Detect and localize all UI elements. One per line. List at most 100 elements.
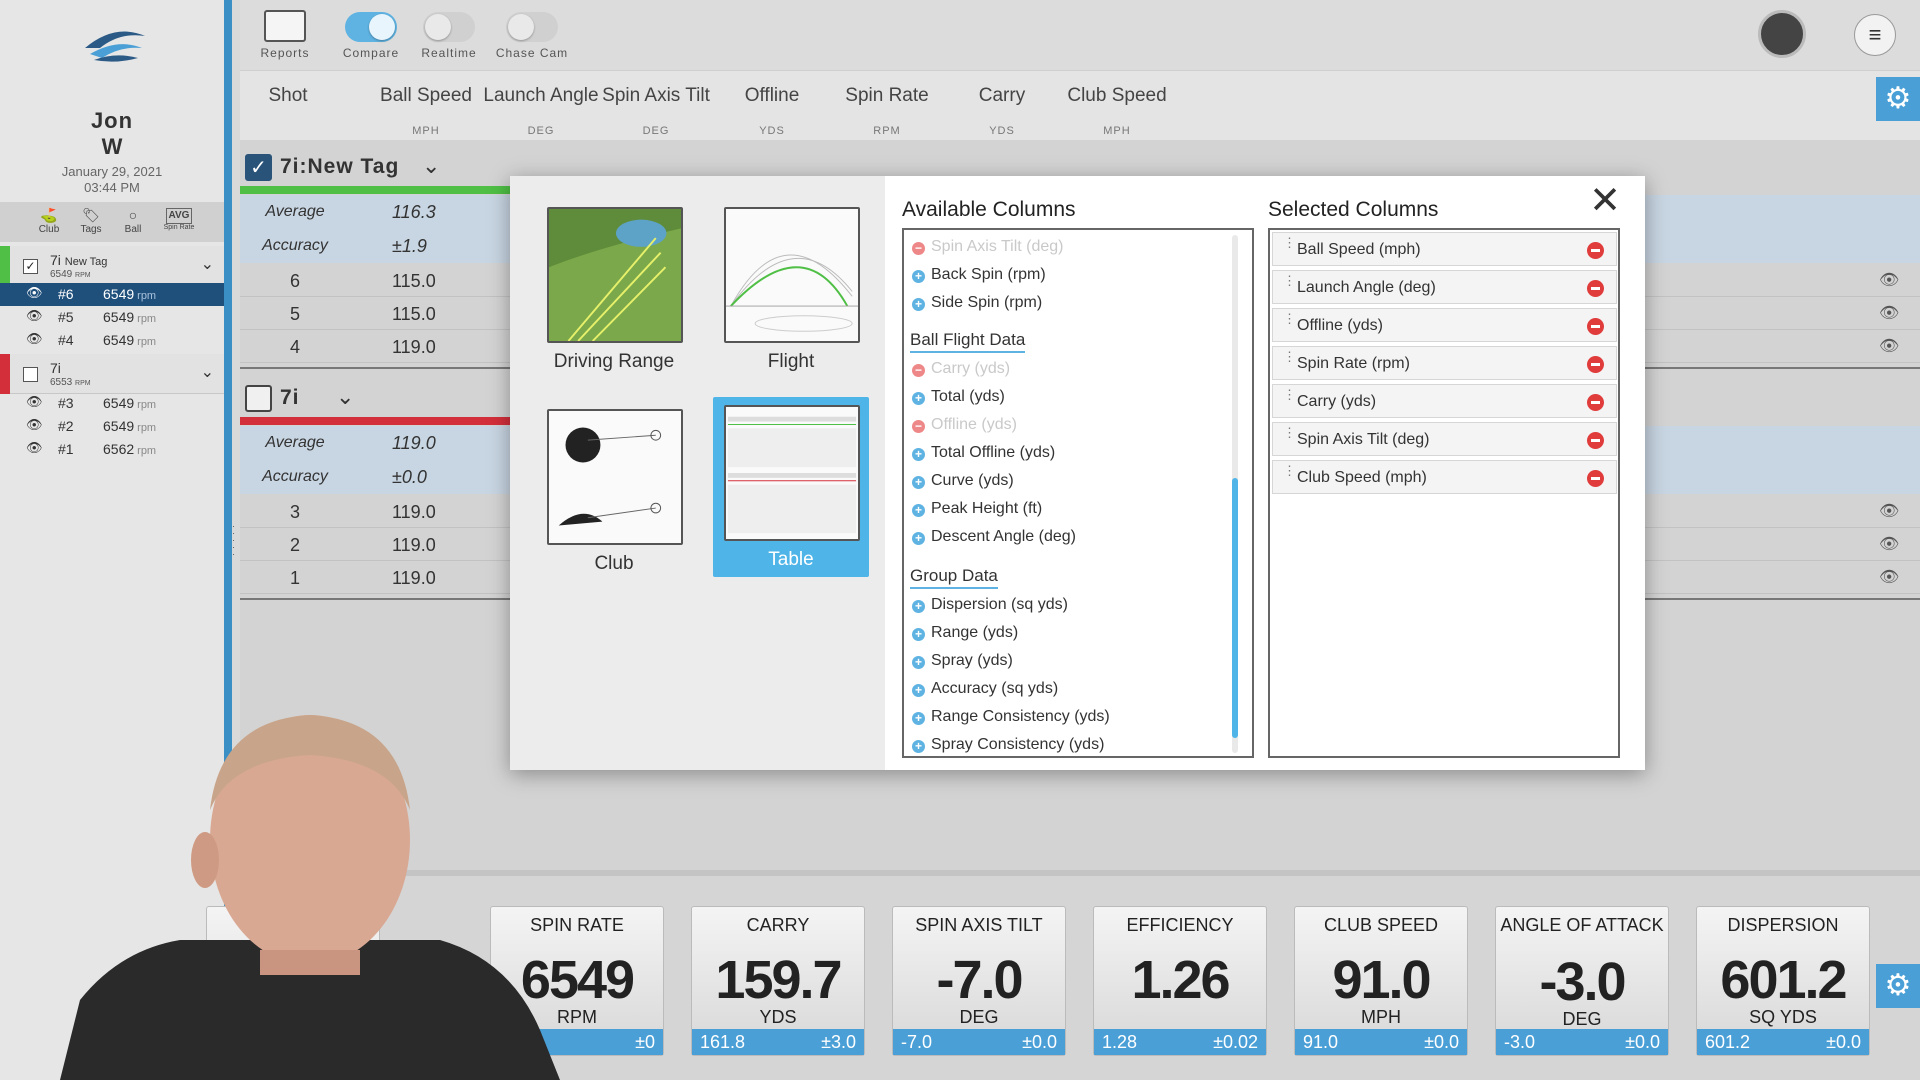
- available-column-item[interactable]: − Offline (yds): [912, 416, 1017, 440]
- view-option-club[interactable]: Club: [536, 401, 692, 581]
- available-column-item[interactable]: + Spray Consistency (yds): [912, 736, 1104, 756]
- eye-icon[interactable]: 👁: [26, 331, 43, 347]
- metric-tile-club-speed[interactable]: CLUB SPEED 91.0 MPH 91.0 ±0.0: [1294, 906, 1468, 1056]
- remove-column-icon[interactable]: [1587, 394, 1604, 411]
- chevron-down-icon[interactable]: ⌄: [201, 254, 214, 274]
- shot-row[interactable]: 👁 #6 6549 rpm: [0, 283, 224, 306]
- group-checkbox[interactable]: ✓: [23, 259, 38, 274]
- eye-icon[interactable]: 👁: [26, 394, 43, 410]
- chevron-down-icon[interactable]: ⌄: [336, 384, 354, 410]
- chase-cam-toggle[interactable]: Chase Cam: [494, 10, 570, 60]
- device-icon[interactable]: [1758, 10, 1806, 58]
- drag-handle-icon[interactable]: ⋮: [1283, 464, 1296, 477]
- view-option-table[interactable]: Table: [713, 397, 869, 577]
- drag-handle-icon[interactable]: ⋮: [1283, 350, 1296, 363]
- drag-handle-icon[interactable]: ⋮: [1283, 388, 1296, 401]
- eye-icon[interactable]: 👁: [1879, 336, 1899, 356]
- scrollbar-thumb[interactable]: [1232, 478, 1238, 738]
- available-column-item[interactable]: + Back Spin (rpm): [912, 266, 1046, 290]
- drag-handle-icon[interactable]: ⋮: [1283, 312, 1296, 325]
- available-column-item[interactable]: + Spray (yds): [912, 652, 1013, 676]
- filter-ball-button[interactable]: ○ Ball: [118, 202, 148, 242]
- remove-column-icon[interactable]: [1587, 280, 1604, 297]
- compare-toggle[interactable]: Compare: [340, 10, 402, 60]
- tile-unit: DEG: [1562, 1009, 1602, 1029]
- add-icon: +: [912, 270, 925, 283]
- column-settings-gear-icon[interactable]: ⚙: [1876, 77, 1920, 121]
- selected-column-item[interactable]: ⋮ Ball Speed (mph): [1272, 232, 1617, 266]
- available-column-item[interactable]: + Total (yds): [912, 388, 1005, 412]
- eye-icon[interactable]: 👁: [1879, 534, 1899, 554]
- filter-tags-button[interactable]: 🏷 Tags: [76, 202, 106, 242]
- remove-column-icon[interactable]: [1587, 470, 1604, 487]
- accuracy-value: ±0.0: [392, 467, 427, 487]
- available-column-item[interactable]: − Carry (yds): [912, 360, 1010, 384]
- drag-handle-icon[interactable]: ⋮: [1283, 236, 1296, 249]
- group-header-7i[interactable]: 7i 6553 RPM ⌄: [0, 354, 224, 394]
- selected-column-item[interactable]: ⋮ Offline (yds): [1272, 308, 1617, 342]
- metric-tile-angle-of-attack[interactable]: ANGLE OF ATTACK -3.0 DEG -3.0 ±0.0: [1495, 906, 1669, 1056]
- available-column-item[interactable]: + Peak Height (ft): [912, 500, 1042, 524]
- filter-club-button[interactable]: ⛳ Club: [34, 202, 64, 242]
- chevron-down-icon[interactable]: ⌄: [201, 362, 214, 382]
- available-column-item[interactable]: + Total Offline (yds): [912, 444, 1055, 468]
- view-option-driving-range[interactable]: Driving Range: [536, 199, 692, 379]
- eye-icon[interactable]: 👁: [1879, 567, 1899, 587]
- available-column-item[interactable]: + Range (yds): [912, 624, 1018, 648]
- available-column-item[interactable]: + Accuracy (sq yds): [912, 680, 1058, 704]
- available-column-item[interactable]: + Range Consistency (yds): [912, 708, 1110, 732]
- metric-tile-efficiency[interactable]: EFFICIENCY 1.26 1.28 ±0.02: [1093, 906, 1267, 1056]
- section-checkbox[interactable]: ✓: [245, 154, 272, 181]
- shot-row[interactable]: 👁 #1 6562 rpm: [0, 438, 224, 461]
- group-header-7i-new-tag[interactable]: ✓ 7i New Tag 6549 RPM ⌄: [0, 246, 224, 286]
- remove-column-icon[interactable]: [1587, 356, 1604, 373]
- view-option-flight[interactable]: Flight: [713, 199, 869, 379]
- section-checkbox[interactable]: [245, 385, 272, 412]
- sidebar-resize-handle[interactable]: · · · · ·: [232, 522, 236, 559]
- column-header-shot[interactable]: Shot: [258, 85, 318, 107]
- column-header-club-speed[interactable]: Club Speed: [1046, 85, 1188, 107]
- eye-icon[interactable]: 👁: [1879, 501, 1899, 521]
- chase-cam-switch[interactable]: [506, 12, 558, 42]
- group-checkbox[interactable]: [23, 367, 38, 382]
- chevron-down-icon[interactable]: ⌄: [422, 153, 440, 179]
- available-column-item[interactable]: + Curve (yds): [912, 472, 1014, 496]
- reports-button[interactable]: Reports: [260, 10, 310, 60]
- eye-icon[interactable]: 👁: [26, 285, 43, 301]
- eye-icon[interactable]: 👁: [26, 417, 43, 433]
- selected-column-item[interactable]: ⋮ Club Speed (mph): [1272, 460, 1617, 494]
- shot-row[interactable]: 👁 #4 6549 rpm: [0, 329, 224, 352]
- metric-tile-spin-axis-tilt[interactable]: SPIN AXIS TILT -7.0 DEG -7.0 ±0.0: [892, 906, 1066, 1056]
- drag-handle-icon[interactable]: ⋮: [1283, 426, 1296, 439]
- selected-column-item[interactable]: ⋮ Spin Axis Tilt (deg): [1272, 422, 1617, 456]
- available-column-item[interactable]: − Spin Axis Tilt (deg): [912, 238, 1064, 262]
- session-time: 03:44 PM: [84, 180, 140, 195]
- close-icon[interactable]: ✕: [1586, 182, 1624, 220]
- drag-handle-icon[interactable]: ⋮: [1283, 274, 1296, 287]
- realtime-toggle[interactable]: Realtime: [416, 10, 482, 60]
- realtime-switch[interactable]: [423, 12, 475, 42]
- compare-switch[interactable]: [345, 12, 397, 42]
- shot-row[interactable]: 👁 #5 6549 rpm: [0, 306, 224, 329]
- eye-icon[interactable]: 👁: [1879, 270, 1899, 290]
- selected-column-item[interactable]: ⋮ Launch Angle (deg): [1272, 270, 1617, 304]
- metric-tile-dispersion[interactable]: DISPERSION 601.2 SQ YDS 601.2 ±0.0: [1696, 906, 1870, 1056]
- remove-column-icon[interactable]: [1587, 242, 1604, 259]
- shot-row[interactable]: 👁 #3 6549 rpm: [0, 392, 224, 415]
- shot-row[interactable]: 👁 #2 6549 rpm: [0, 415, 224, 438]
- eye-icon[interactable]: 👁: [26, 308, 43, 324]
- remove-column-icon[interactable]: [1587, 432, 1604, 449]
- available-list-scrollbar[interactable]: [1232, 235, 1238, 753]
- available-column-item[interactable]: + Dispersion (sq yds): [912, 596, 1068, 620]
- available-column-item[interactable]: + Descent Angle (deg): [912, 528, 1076, 552]
- selected-column-item[interactable]: ⋮ Spin Rate (rpm): [1272, 346, 1617, 380]
- eye-icon[interactable]: 👁: [26, 440, 43, 456]
- tile-settings-gear-icon[interactable]: ⚙: [1876, 964, 1920, 1008]
- hamburger-menu-icon[interactable]: ≡: [1854, 14, 1896, 56]
- eye-icon[interactable]: 👁: [1879, 303, 1899, 323]
- remove-column-icon[interactable]: [1587, 318, 1604, 335]
- selected-column-item[interactable]: ⋮ Carry (yds): [1272, 384, 1617, 418]
- filter-spin-rate-button[interactable]: AVG Spin Rate: [160, 202, 198, 242]
- available-column-item[interactable]: + Side Spin (rpm): [912, 294, 1042, 318]
- metric-tile-carry[interactable]: CARRY 159.7 YDS 161.8 ±3.0: [691, 906, 865, 1056]
